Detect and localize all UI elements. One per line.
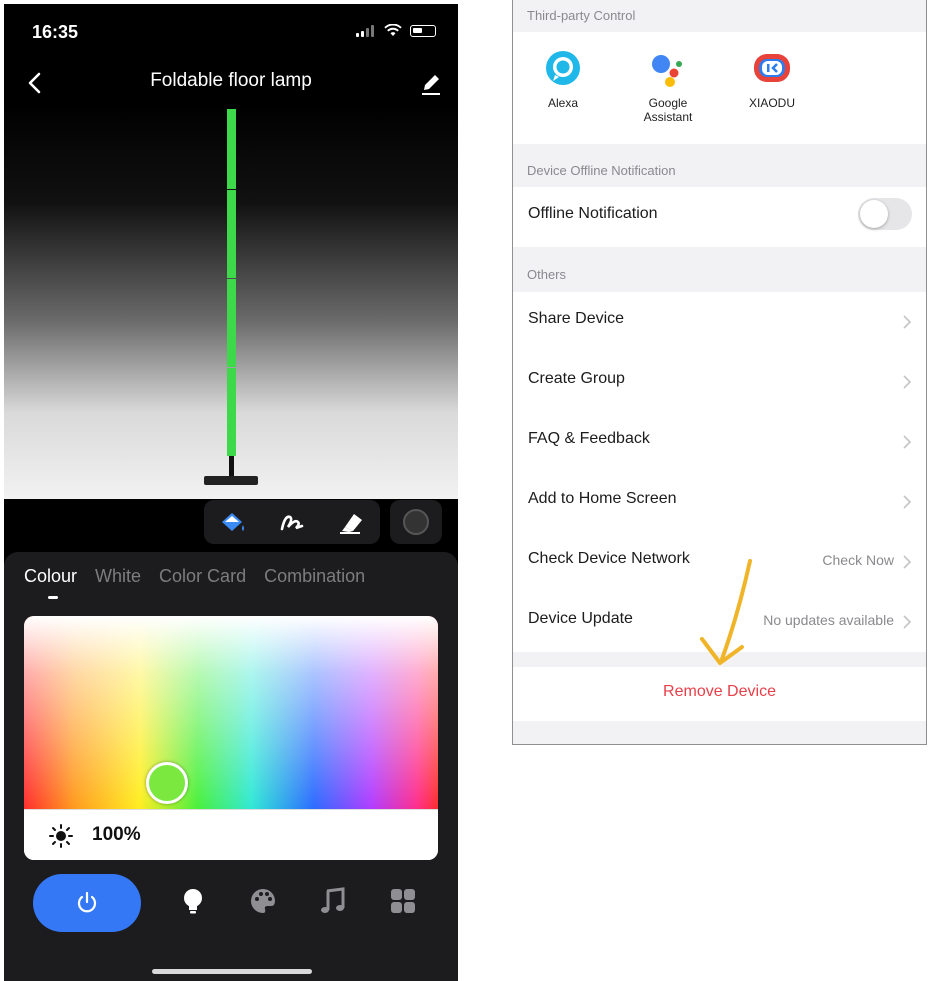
color-picker-handle[interactable] (146, 762, 188, 804)
page-title: Foldable floor lamp (150, 70, 312, 91)
offline-notification-row: Offline Notification (513, 187, 926, 247)
tab-combination[interactable]: Combination (264, 566, 365, 587)
remove-device-label: Remove Device (663, 683, 776, 700)
tab-color-card[interactable]: Color Card (159, 566, 246, 587)
third-party-control: Alexa Google Assistant XIAODU (513, 32, 926, 144)
row-label: Create Group (528, 370, 625, 387)
status-icons (356, 24, 436, 37)
status-bar: 16:35 (4, 4, 458, 56)
battery-icon (410, 24, 436, 37)
edit-icon[interactable] (416, 68, 446, 98)
offline-notification-label: Offline Notification (528, 205, 658, 222)
offline-notification-toggle[interactable] (858, 198, 912, 230)
paint-toolbar (204, 500, 380, 544)
chevron-right-icon (903, 435, 912, 449)
alexa-item[interactable]: Alexa (518, 48, 608, 110)
annotation-arrow-icon (700, 559, 752, 665)
nav-bar: Foldable floor lamp (4, 64, 458, 104)
xiaodu-item[interactable]: XIAODU (727, 48, 817, 110)
tab-colour[interactable]: Colour (24, 566, 77, 587)
record-icon[interactable] (390, 500, 442, 544)
power-icon (77, 891, 97, 913)
chevron-right-icon (903, 555, 912, 569)
color-spectrum[interactable] (24, 616, 438, 809)
eraser-icon[interactable] (336, 509, 366, 535)
brightness-slider[interactable]: 100% (24, 809, 438, 860)
chevron-right-icon (903, 495, 912, 509)
section-header-offline: Device Offline Notification (527, 163, 676, 178)
lamp-control-screen: 16:35 Foldable floor lamp Colour White C… (4, 4, 458, 981)
alexa-icon (546, 51, 580, 85)
create-group-row[interactable]: Create Group (513, 352, 926, 412)
row-label: Device Update (528, 610, 633, 627)
color-control-panel: Colour White Color Card Combination 100% (4, 552, 458, 981)
music-icon[interactable] (318, 886, 348, 916)
tab-white[interactable]: White (95, 566, 141, 587)
chevron-right-icon (903, 615, 912, 629)
google-assistant-item[interactable]: Google Assistant (623, 48, 713, 124)
palette-icon[interactable] (248, 886, 278, 916)
brightness-value: 100% (92, 824, 141, 845)
row-label: FAQ & Feedback (528, 430, 650, 447)
alexa-label: Alexa (547, 96, 579, 110)
sun-icon (49, 824, 73, 848)
floor-lamp-image (204, 109, 258, 485)
share-device-row[interactable]: Share Device (513, 292, 926, 352)
home-indicator (152, 969, 312, 974)
lamp-preview (4, 104, 458, 499)
grid-icon[interactable] (388, 886, 418, 916)
section-header-third-party: Third-party Control (527, 8, 636, 23)
xiaodu-label: XIAODU (748, 96, 795, 110)
brush-icon[interactable] (277, 509, 307, 535)
paint-bucket-icon[interactable] (218, 509, 248, 535)
row-label: Check Device Network (528, 550, 690, 567)
section-header-others: Others (527, 267, 567, 282)
row-label: Add to Home Screen (528, 490, 677, 507)
google-assistant-label: Google Assistant (643, 96, 693, 124)
remove-device-button[interactable]: Remove Device (513, 667, 926, 721)
row-label: Share Device (528, 310, 625, 327)
row-value: Check Now (822, 552, 894, 568)
bottom-tab-bar (4, 870, 458, 940)
mode-tabs: Colour White Color Card Combination (24, 566, 365, 587)
chevron-right-icon (903, 375, 912, 389)
faq-feedback-row[interactable]: FAQ & Feedback (513, 412, 926, 472)
add-to-home-screen-row[interactable]: Add to Home Screen (513, 472, 926, 532)
power-button[interactable] (33, 874, 141, 932)
color-picker: 100% (24, 616, 438, 860)
active-tab-indicator (48, 596, 58, 599)
bulb-icon[interactable] (178, 886, 208, 916)
google-assistant-icon (652, 55, 682, 87)
wifi-icon (384, 24, 402, 36)
signal-icon (356, 24, 376, 37)
chevron-right-icon (903, 315, 912, 329)
xiaodu-icon (754, 54, 790, 82)
status-time: 16:35 (32, 22, 79, 42)
row-value: No updates available (763, 612, 894, 628)
